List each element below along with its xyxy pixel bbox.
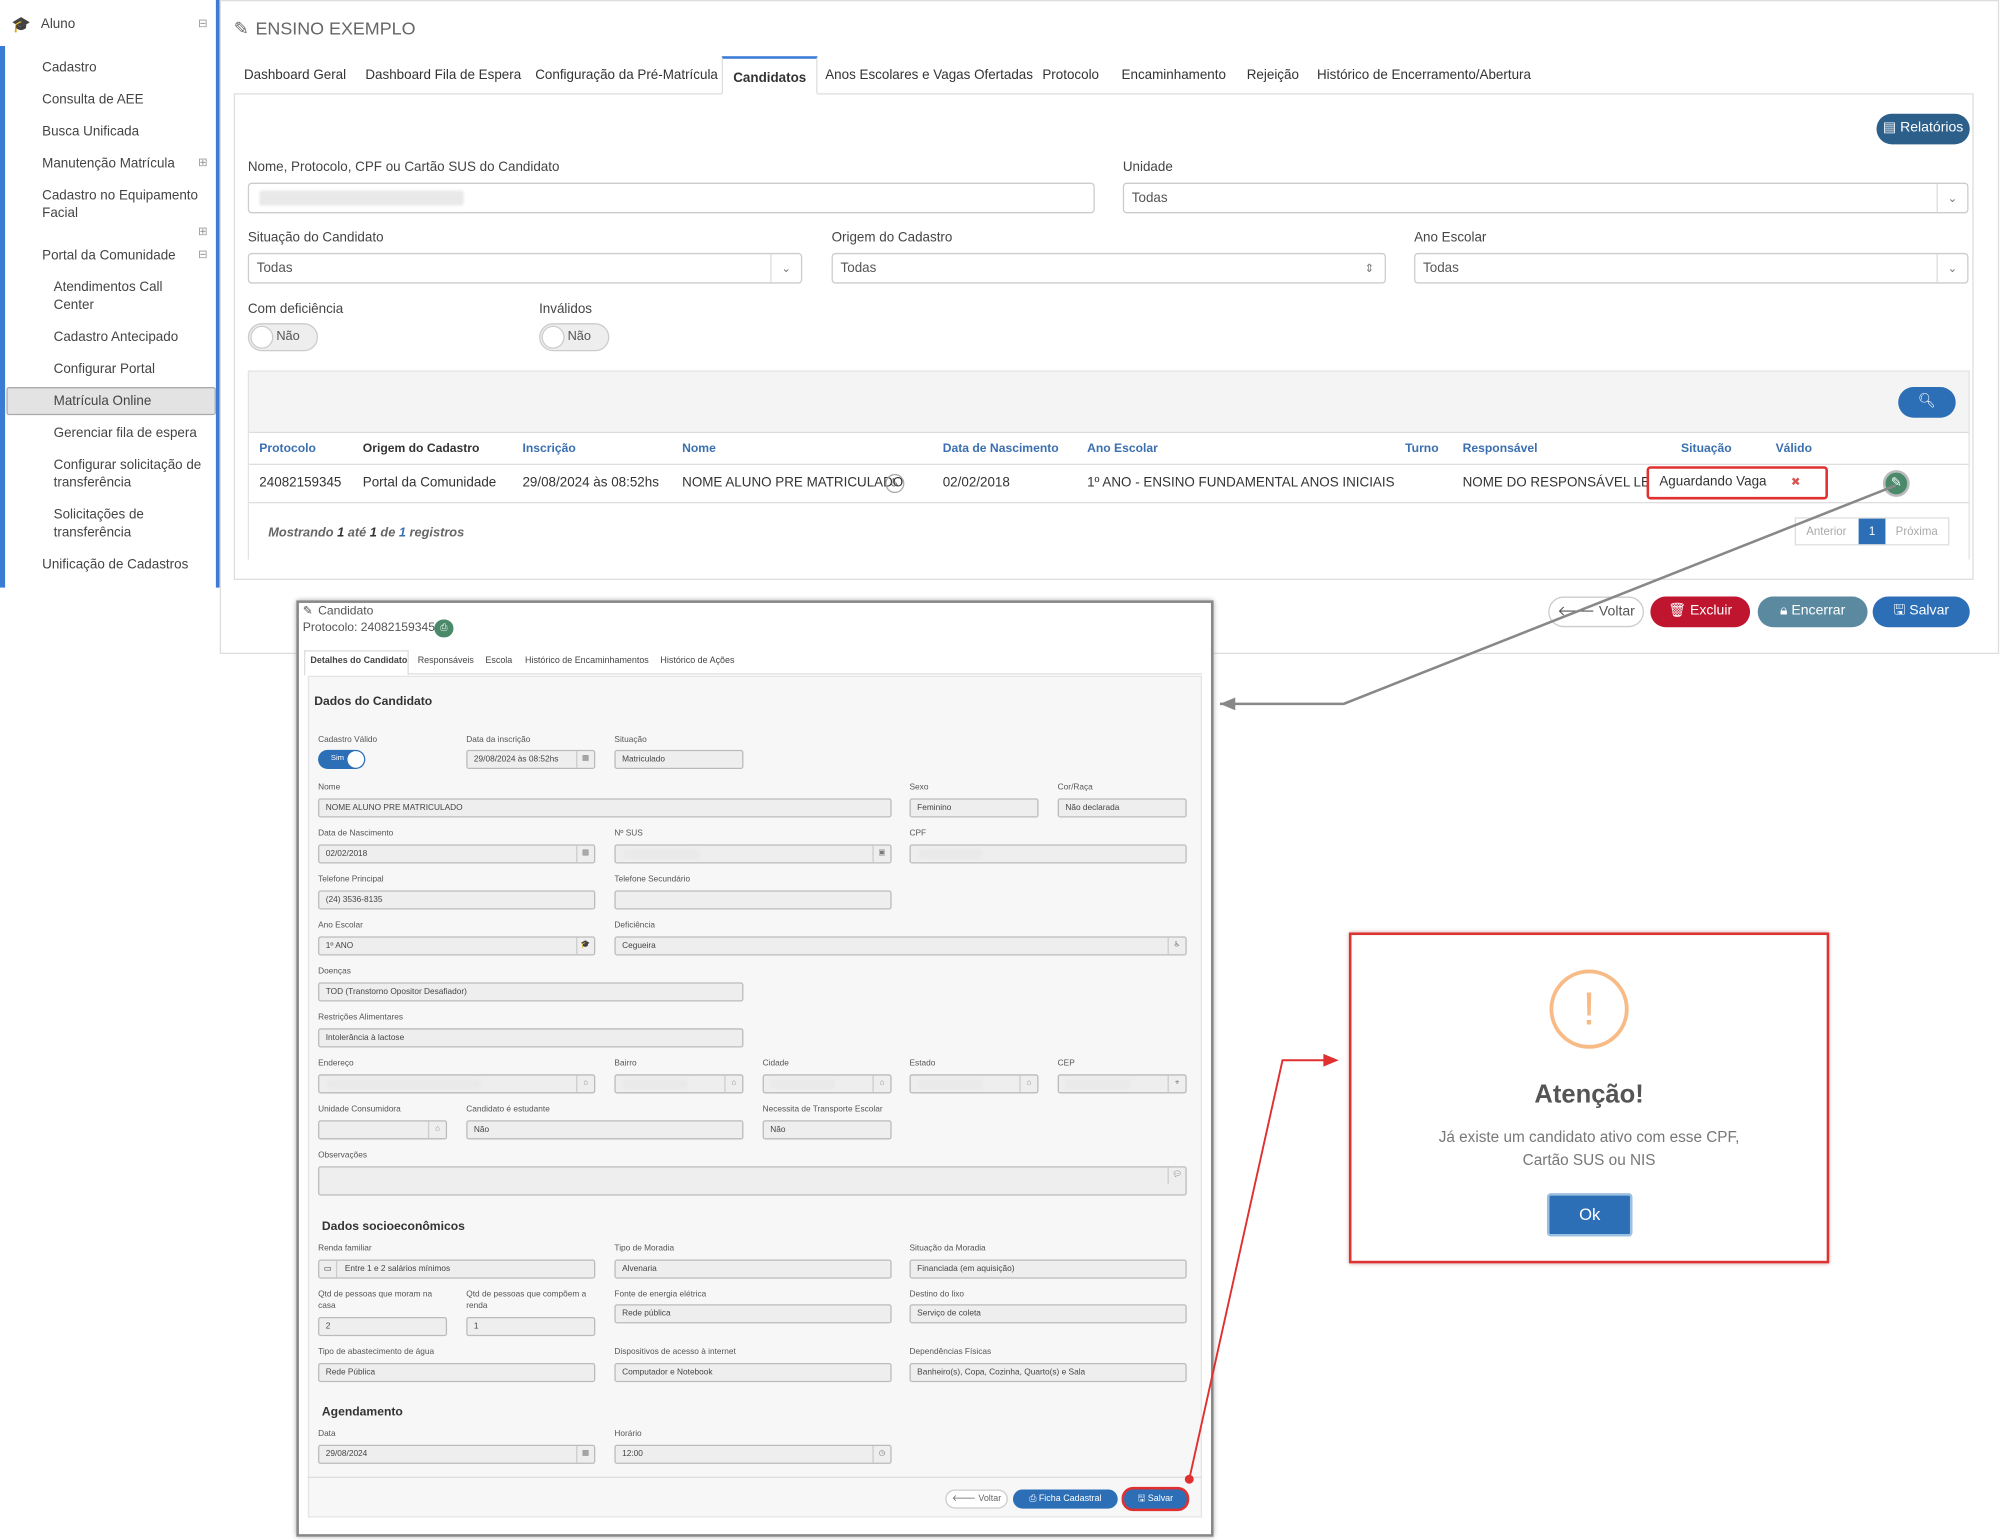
arrow-head-alert bbox=[1323, 1053, 1339, 1067]
arrow-save-to-alert bbox=[1188, 1059, 1337, 1480]
arrow-edit-to-modal bbox=[1219, 484, 1897, 706]
annotation-arrows bbox=[1184, 484, 1897, 1484]
arrow-dot bbox=[1184, 1474, 1194, 1484]
arrow-head-modal bbox=[1219, 697, 1236, 711]
